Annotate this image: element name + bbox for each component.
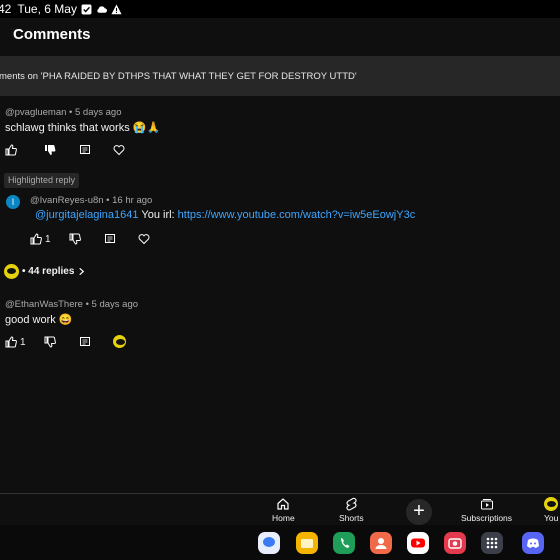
dislike-button[interactable] bbox=[44, 336, 56, 348]
heart-button[interactable] bbox=[113, 144, 125, 156]
subscriptions-icon bbox=[480, 499, 493, 510]
thumbs-up-icon bbox=[5, 144, 17, 156]
reply-text: @jurgitajelagina1641 You irl: https://ww… bbox=[35, 209, 415, 221]
checkbox-icon bbox=[81, 4, 92, 14]
view-replies-button[interactable]: • 44 replies bbox=[4, 264, 86, 279]
creator-avatar bbox=[4, 264, 19, 279]
reply-heart-button[interactable] bbox=[138, 233, 150, 245]
shorts-icon bbox=[346, 497, 357, 511]
status-date: Tue, 6 May bbox=[17, 2, 77, 16]
create-button[interactable]: + bbox=[406, 499, 432, 525]
profile-avatar-icon bbox=[544, 497, 559, 511]
mention-link[interactable]: @jurgitajelagina1641 bbox=[35, 209, 139, 221]
nav-you[interactable]: You bbox=[544, 497, 558, 523]
like-button[interactable]: 1 bbox=[5, 336, 26, 348]
replies-count: • 44 replies bbox=[22, 266, 75, 277]
nav-subscriptions-label: Subscriptions bbox=[461, 513, 513, 523]
reply-author[interactable]: @IvanReyes-u8n • 16 hr ago bbox=[30, 195, 152, 206]
comment-author[interactable]: @EthanWasThere • 5 days ago bbox=[5, 299, 138, 310]
chevron-right-icon bbox=[79, 267, 85, 276]
creator-heart-badge bbox=[113, 335, 126, 348]
comment-text: good work 😄 bbox=[5, 314, 73, 326]
thumbs-up-icon bbox=[30, 233, 42, 245]
heart-icon bbox=[113, 145, 125, 156]
like-count: 1 bbox=[20, 336, 26, 348]
banner-text: ments on 'PHA RAIDED BY DTHPS THAT WHAT … bbox=[0, 70, 357, 82]
nav-home-label: Home bbox=[272, 513, 295, 523]
status-time: 42 bbox=[0, 2, 12, 16]
reply-reply-button[interactable] bbox=[104, 233, 116, 245]
dislike-button[interactable] bbox=[44, 144, 56, 156]
reply-like-button[interactable]: 1 bbox=[30, 233, 51, 245]
comment-author[interactable]: @pvaglueman • 5 days ago bbox=[5, 107, 122, 118]
creator-heart-icon bbox=[113, 335, 126, 348]
nav-you-label: You bbox=[544, 513, 559, 523]
phone-icon[interactable] bbox=[333, 532, 355, 554]
nav-shorts[interactable]: Shorts bbox=[339, 497, 364, 523]
messages-icon[interactable] bbox=[258, 532, 280, 554]
nav-shorts-label: Shorts bbox=[339, 513, 364, 523]
app-dock bbox=[0, 525, 560, 560]
files-icon[interactable] bbox=[296, 532, 318, 554]
comment-icon bbox=[80, 145, 90, 154]
discord-icon[interactable] bbox=[522, 532, 544, 554]
avatar[interactable]: I bbox=[6, 195, 20, 209]
nav-subscriptions[interactable]: Subscriptions bbox=[461, 497, 512, 523]
apps-grid-icon[interactable] bbox=[481, 532, 503, 554]
thumbs-down-icon bbox=[69, 233, 81, 245]
reply-body: You irl: bbox=[138, 209, 178, 221]
reply-dislike-button[interactable] bbox=[69, 233, 81, 245]
video-link[interactable]: https://www.youtube.com/watch?v=iw5eEowj… bbox=[178, 209, 416, 221]
thumbs-down-icon bbox=[45, 145, 56, 155]
heart-icon bbox=[138, 234, 150, 245]
comment-icon bbox=[80, 337, 90, 346]
cloud-download-icon bbox=[97, 5, 107, 13]
thumbs-down-icon bbox=[44, 336, 56, 348]
contacts-icon[interactable] bbox=[370, 532, 392, 554]
reply-button[interactable] bbox=[79, 144, 91, 156]
status-bar: 42 Tue, 6 May bbox=[0, 0, 560, 18]
bottom-navigation: Home Shorts Subscriptions You bbox=[0, 493, 560, 526]
thumbs-up-icon bbox=[5, 336, 17, 348]
highlighted-reply-chip: Highlighted reply bbox=[4, 173, 80, 188]
page-title: Comments bbox=[13, 26, 91, 43]
like-count: 1 bbox=[45, 233, 51, 245]
nav-home[interactable]: Home bbox=[272, 497, 295, 523]
like-button[interactable] bbox=[5, 144, 17, 156]
home-icon bbox=[277, 498, 289, 510]
reply-button[interactable] bbox=[79, 336, 91, 348]
video-title-banner: ments on 'PHA RAIDED BY DTHPS THAT WHAT … bbox=[0, 56, 560, 96]
comment-icon bbox=[105, 234, 115, 243]
camera-icon[interactable] bbox=[444, 532, 466, 554]
warning-icon bbox=[111, 4, 122, 14]
youtube-icon[interactable] bbox=[407, 532, 429, 554]
comment-text: schlawg thinks that works 😭🙏 bbox=[5, 122, 161, 134]
